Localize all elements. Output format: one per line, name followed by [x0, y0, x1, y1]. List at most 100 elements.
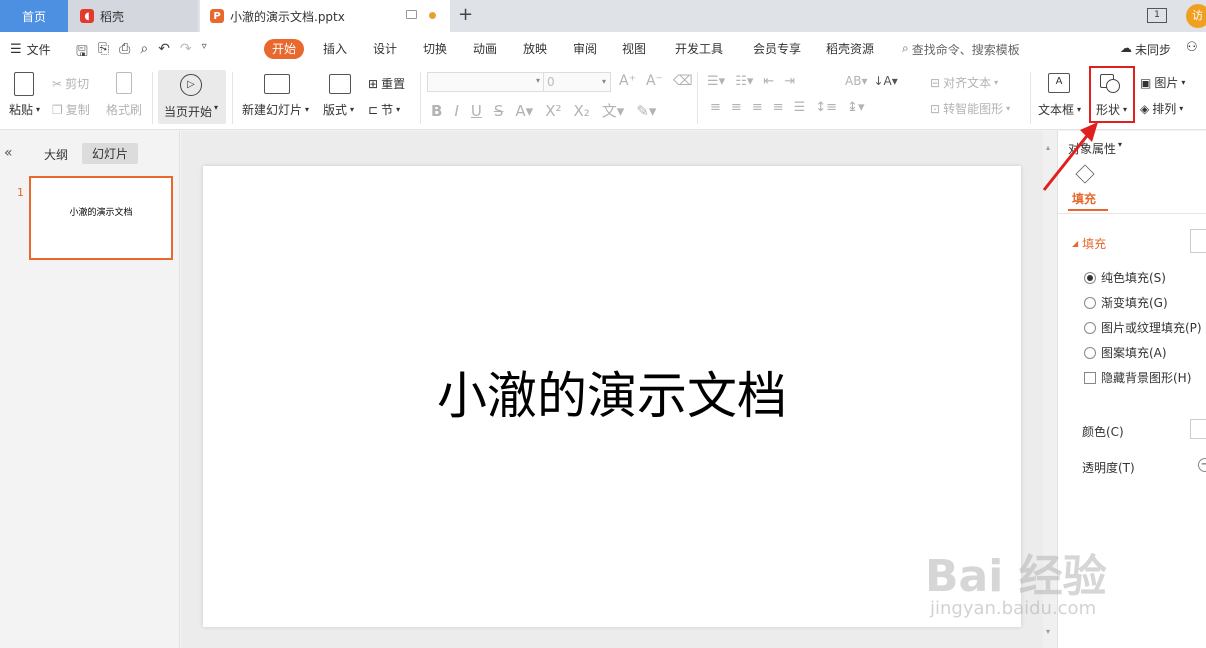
baidu-watermark: Bai 经验	[925, 551, 1107, 602]
subscript-icon[interactable]: X₂	[573, 102, 589, 120]
picture-button[interactable]: ▣ 图片 ▾	[1140, 74, 1185, 91]
pattern-fill-option[interactable]: 图案填充(A)	[1084, 344, 1167, 361]
highlight-icon[interactable]: ✎▾	[636, 102, 656, 120]
font-color-icon[interactable]: A▾	[515, 102, 533, 120]
distribute-icon[interactable]: ☰	[794, 100, 806, 115]
strikethrough-icon[interactable]: S	[494, 102, 504, 120]
monitor-icon[interactable]	[406, 10, 417, 19]
workspace-icon[interactable]: 1	[1147, 8, 1167, 23]
justify-icon[interactable]: ≡	[773, 100, 784, 115]
transparency-decrease-icon[interactable]: −	[1198, 458, 1206, 472]
phonetic-icon[interactable]: 文▾	[602, 100, 625, 121]
align-center-icon[interactable]: ≡	[731, 100, 742, 115]
italic-icon[interactable]: I	[454, 102, 458, 120]
file-menu-button[interactable]: ☰ 文件	[10, 41, 51, 58]
line-spacing-icon[interactable]: ↕≡	[815, 100, 837, 115]
layout-button[interactable]: 版式 ▾	[323, 101, 354, 118]
print-icon[interactable]: ⎙	[119, 41, 130, 65]
layout-icon[interactable]	[329, 74, 351, 94]
slide[interactable]: 小澈的演示文档	[203, 166, 1021, 627]
numbered-list-icon[interactable]: ☷▾	[735, 74, 753, 89]
menu-tab-slideshow[interactable]: 放映	[515, 39, 555, 59]
user-avatar[interactable]: 访	[1186, 4, 1206, 28]
increase-font-icon[interactable]: A⁺	[619, 73, 636, 89]
color-picker[interactable]	[1190, 419, 1206, 439]
more-dropdown-icon[interactable]: ▿	[202, 41, 207, 65]
pattern-fill-label: 图案填充(A)	[1101, 346, 1167, 360]
new-slide-button[interactable]: 新建幻灯片 ▾	[242, 101, 309, 118]
tab-daoke[interactable]: ◖ 稻壳	[68, 0, 198, 32]
new-tab-button[interactable]: +	[458, 4, 473, 25]
preview-icon[interactable]: ⌕	[140, 41, 148, 65]
decrease-font-icon[interactable]: A⁻	[646, 73, 663, 89]
text-direction-icon[interactable]: AB▾	[845, 74, 867, 88]
font-size-select[interactable]: 0 ▾	[543, 72, 611, 92]
reset-button[interactable]: ⊞ 重置	[368, 75, 405, 92]
font-size-value: 0	[547, 75, 555, 89]
menu-tab-design[interactable]: 设计	[365, 39, 405, 59]
picture-fill-option[interactable]: 图片或纹理填充(P)	[1084, 319, 1202, 336]
underline-icon[interactable]: U	[471, 102, 482, 120]
paste-icon[interactable]	[14, 72, 34, 96]
copy-button[interactable]: ❐ 复制	[52, 101, 90, 118]
radio-gradient[interactable]	[1084, 296, 1096, 309]
section-button[interactable]: ⊏ 节 ▾	[368, 101, 400, 118]
tab-slides-label: 幻灯片	[92, 147, 129, 161]
format-painter-button[interactable]: 格式刷	[106, 101, 142, 118]
align-left-icon[interactable]: ≡	[710, 100, 721, 115]
play-icon: ▷	[180, 74, 202, 96]
menu-tab-review[interactable]: 审阅	[565, 39, 605, 59]
increase-indent-icon[interactable]: ⇥	[784, 74, 795, 89]
menu-tab-developer[interactable]: 开发工具	[667, 39, 731, 59]
paragraph-spacing-icon[interactable]: ↨▾	[847, 100, 864, 115]
slide-title[interactable]: 小澈的演示文档	[437, 356, 787, 428]
eraser-icon[interactable]: ⌫	[673, 73, 693, 89]
format-painter-icon[interactable]	[116, 72, 132, 94]
radio-solid[interactable]	[1084, 271, 1096, 284]
smart-shape-button[interactable]: ⊡ 转智能图形 ▾	[930, 100, 1010, 117]
align-text-button[interactable]: ⊟ 对齐文本 ▾	[930, 74, 998, 91]
paste-button[interactable]: 粘贴 ▾	[9, 101, 40, 118]
tab-document[interactable]: P 小澈的演示文档.pptx	[200, 0, 450, 32]
menu-tab-view[interactable]: 视图	[614, 39, 654, 59]
menu-tab-insert[interactable]: 插入	[315, 39, 355, 59]
start-from-current-button[interactable]: ▷ 当页开始 ▾	[158, 70, 226, 124]
arrange-button[interactable]: ◈ 排列 ▾	[1140, 100, 1183, 117]
command-search-box[interactable]: ⌕ 查找命令、搜索模板	[902, 41, 1020, 58]
radio-pattern[interactable]	[1084, 346, 1096, 359]
fill-section-header[interactable]: ◢ 填充	[1072, 235, 1106, 252]
collapse-pane-icon[interactable]: «	[4, 145, 13, 161]
radio-picture[interactable]	[1084, 321, 1096, 334]
menu-tab-transition[interactable]: 切换	[415, 39, 455, 59]
new-slide-icon[interactable]	[264, 74, 290, 94]
font-name-select[interactable]: ▾	[427, 72, 545, 92]
sync-status-button[interactable]: ☁ 未同步	[1120, 41, 1171, 58]
superscript-icon[interactable]: X²	[545, 102, 561, 120]
solid-fill-option[interactable]: 纯色填充(S)	[1084, 269, 1166, 286]
bullet-list-icon[interactable]: ☰▾	[707, 74, 725, 89]
save-icon[interactable]: 🖫	[76, 41, 88, 65]
hide-background-option[interactable]: 隐藏背景图形(H)	[1084, 369, 1191, 386]
tab-home[interactable]: 首页	[0, 0, 68, 32]
slide-thumbnail[interactable]: 小澈的演示文档	[29, 176, 173, 260]
align-right-icon[interactable]: ≡	[752, 100, 763, 115]
hide-background-checkbox[interactable]	[1084, 371, 1096, 384]
menu-tab-start[interactable]: 开始	[264, 39, 305, 59]
redo-icon[interactable]: ↷	[180, 41, 192, 65]
menu-tab-animation[interactable]: 动画	[465, 39, 505, 59]
tab-outline[interactable]: 大纲	[44, 146, 68, 163]
tab-slides[interactable]: 幻灯片	[82, 143, 139, 164]
bold-icon[interactable]: B	[431, 102, 442, 120]
sort-icon[interactable]: ↓A▾	[873, 74, 897, 88]
menu-tab-member[interactable]: 会员专享	[745, 39, 809, 59]
share-user-icon[interactable]: ⚇	[1186, 40, 1198, 55]
textbox-icon[interactable]: A	[1048, 73, 1070, 93]
decrease-indent-icon[interactable]: ⇤	[763, 74, 774, 89]
cut-button[interactable]: ✂ 剪切	[52, 75, 89, 92]
menu-tab-daoke-resources[interactable]: 稻壳资源	[818, 39, 882, 59]
export-icon[interactable]: ⎘	[98, 41, 109, 65]
undo-icon[interactable]: ↶	[158, 41, 170, 65]
gradient-fill-option[interactable]: 渐变填充(G)	[1084, 294, 1168, 311]
fill-preset-select[interactable]	[1190, 229, 1206, 253]
scroll-down-icon[interactable]: ▾	[1046, 627, 1050, 636]
